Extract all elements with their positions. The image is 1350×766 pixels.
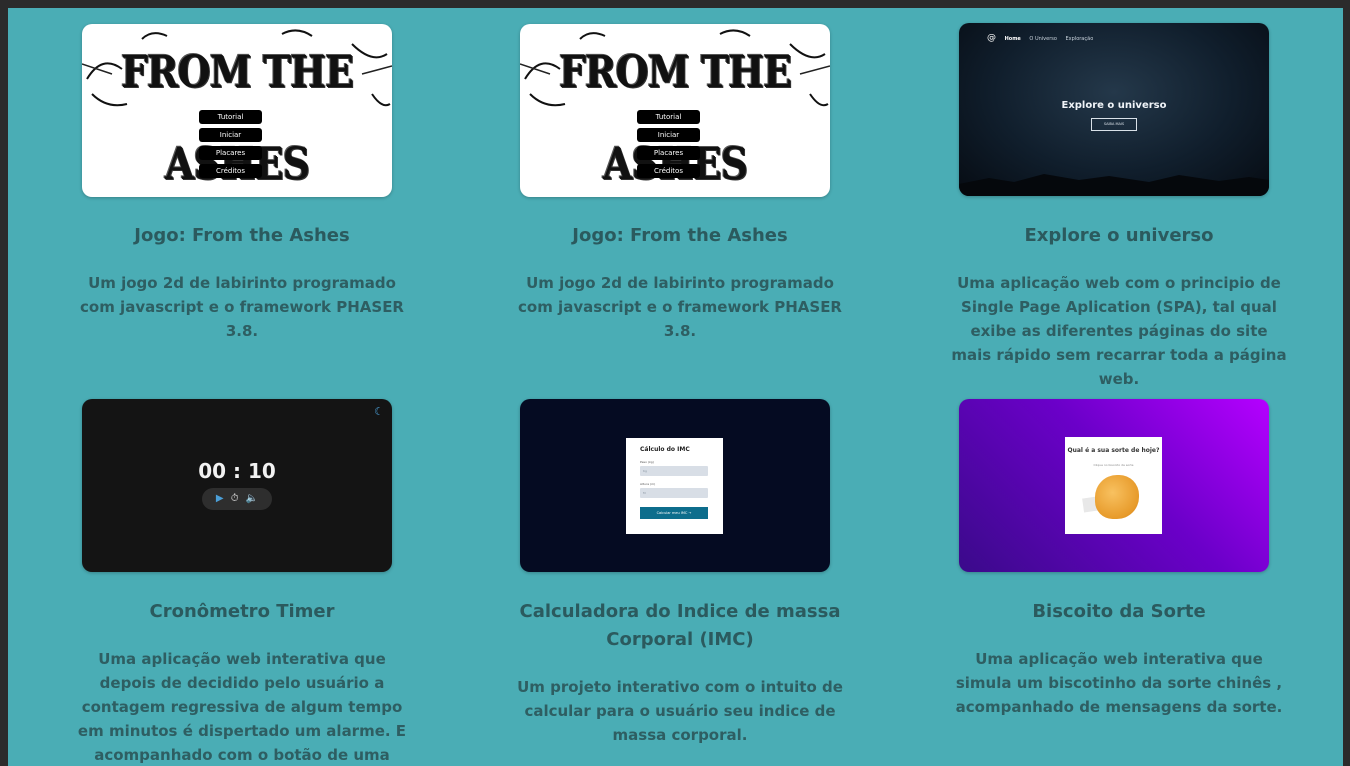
play-icon: ▶ (215, 493, 224, 504)
project-description: Um jogo 2d de labirinto programado com j… (80, 274, 404, 340)
nav-exploracao: Exploração (1065, 36, 1094, 42)
project-thumbnail-cronometro[interactable]: ☾ 00 : 10 ▶ ⏱ 🔈 (82, 399, 392, 572)
project-description: Uma aplicação web interativa que simula … (955, 650, 1283, 716)
project-thumbnail-explore-universo[interactable]: @ Home O Universo Exploração Explore o u… (959, 23, 1269, 196)
menu-button-iniciar: Iniciar (199, 128, 262, 142)
project-thumbnail-imc[interactable]: Cálculo do IMC Peso (kg) Kg Altura (m) M… (520, 399, 830, 572)
imc-label-weight: Peso (kg) (640, 460, 654, 464)
project-title: Jogo: From the Ashes (572, 225, 788, 246)
page-frame: FROM THE ASHES Tutorial Iniciar Placares… (8, 8, 1343, 766)
imc-label-height: Altura (m) (640, 482, 656, 486)
project-thumbnail-biscoito-sorte[interactable]: Qual é a sua sorte de hoje? Clique no bi… (959, 399, 1269, 572)
game-logo-text: FROM THE ASHES (120, 45, 354, 190)
timer-display: 00 : 10 (198, 459, 276, 483)
project-description: Uma aplicação web interativa que depois … (77, 650, 407, 764)
project-title: Cronômetro Timer (149, 601, 335, 622)
universe-cta-button: SAIBA MAIS (1091, 118, 1137, 131)
fortune-cookie-icon (1095, 475, 1139, 519)
game-menu: Tutorial Iniciar Placares Créditos (637, 110, 700, 182)
project-description: Um projeto interativo com o intuito de c… (517, 678, 843, 744)
nav-home: Home (1004, 36, 1021, 42)
menu-button-creditos: Créditos (199, 164, 262, 178)
timer-controls: ▶ ⏱ 🔈 (202, 488, 272, 510)
project-description: Uma aplicação web com o principio de Sin… (951, 274, 1287, 388)
menu-button-tutorial: Tutorial (199, 110, 262, 124)
menu-button-tutorial: Tutorial (637, 110, 700, 124)
project-thumbnail-from-the-ashes[interactable]: FROM THE ASHES Tutorial Iniciar Placares… (82, 24, 392, 197)
universe-logo-icon: @ (987, 33, 996, 43)
mountain-silhouette (959, 174, 1269, 196)
project-title: Biscoito da Sorte (1032, 601, 1206, 622)
project-thumbnail-from-the-ashes[interactable]: FROM THE ASHES Tutorial Iniciar Placares… (520, 24, 830, 197)
imc-weight-field: Kg (640, 466, 708, 476)
game-logo-text: FROM THE ASHES (558, 45, 792, 190)
nav-universo: O Universo (1029, 36, 1057, 42)
stopwatch-icon: ⏱ (230, 493, 239, 504)
game-menu: Tutorial Iniciar Placares Créditos (199, 110, 262, 182)
menu-button-creditos: Créditos (637, 164, 700, 178)
universe-headline: Explore o universo (1061, 100, 1167, 111)
fortune-question: Qual é a sua sorte de hoje? (1067, 447, 1160, 454)
fortune-panel: Qual é a sua sorte de hoje? Clique no bi… (1065, 437, 1162, 534)
imc-form-heading: Cálculo do IMC (640, 446, 690, 453)
project-title: Explore o universo (1024, 225, 1214, 246)
moon-icon: ☾ (374, 405, 384, 418)
imc-height-field: M (640, 488, 708, 498)
menu-button-iniciar: Iniciar (637, 128, 700, 142)
project-description: Um jogo 2d de labirinto programado com j… (518, 274, 842, 340)
menu-button-placares: Placares (637, 146, 700, 160)
imc-form-panel: Cálculo do IMC Peso (kg) Kg Altura (m) M… (626, 438, 723, 534)
volume-icon: 🔈 (245, 493, 259, 504)
fortune-hint: Clique no biscoito da sorte (1093, 463, 1134, 467)
project-title: Jogo: From the Ashes (134, 225, 350, 246)
imc-calc-button: Calcular meu IMC → (640, 507, 708, 519)
universe-nav: @ Home O Universo Exploração (987, 33, 1100, 43)
project-title: Calculadora do Indice de massa Corporal … (519, 601, 841, 650)
menu-button-placares: Placares (199, 146, 262, 160)
